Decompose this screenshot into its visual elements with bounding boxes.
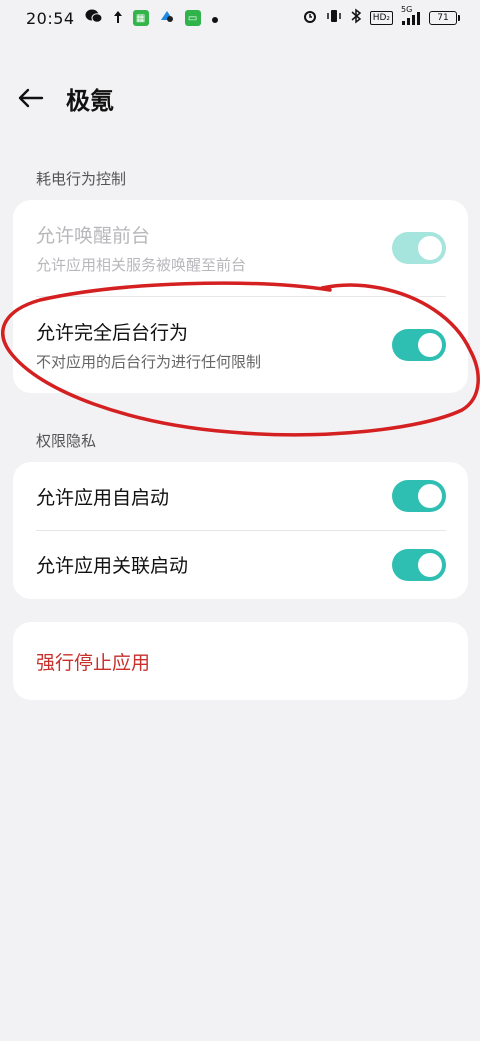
- map-app-icon: [159, 8, 175, 28]
- alarm-icon: [302, 8, 318, 28]
- battery-level: 71: [429, 11, 457, 25]
- allow-wake-foreground-toggle: [392, 232, 446, 264]
- status-bar: 20:54 ▦ ▭ HD₂ 5G 71: [0, 0, 480, 36]
- messages-app-icon: ▭: [184, 10, 201, 26]
- signal-badge: 5G: [401, 5, 413, 14]
- force-stop-button[interactable]: 强行停止应用: [13, 622, 468, 700]
- allow-auto-start-row[interactable]: 允许应用自启动: [13, 462, 468, 530]
- vibrate-icon: [326, 8, 342, 28]
- privacy-settings-card: 允许应用自启动 允许应用关联启动: [13, 462, 468, 599]
- battery-tip: [458, 15, 460, 21]
- wechat-icon: [85, 8, 103, 28]
- row-subtitle: 不对应用的后台行为进行任何限制: [36, 352, 262, 371]
- section-label-power: 耗电行为控制: [36, 170, 127, 188]
- row-title: 允许完全后台行为: [36, 321, 189, 344]
- allow-auto-start-toggle[interactable]: [392, 480, 446, 512]
- allow-full-background-row[interactable]: 允许完全后台行为 不对应用的后台行为进行任何限制: [13, 296, 468, 393]
- battery-indicator: 71: [429, 11, 460, 25]
- back-button[interactable]: [10, 78, 50, 118]
- force-stop-label: 强行停止应用: [36, 651, 151, 674]
- allow-associated-start-toggle[interactable]: [392, 548, 446, 581]
- row-subtitle: 允许应用相关服务被唤醒至前台: [36, 256, 247, 274]
- toggle-knob: [418, 552, 442, 577]
- allow-associated-start-row[interactable]: 允许应用关联启动: [13, 530, 468, 599]
- row-text: 允许唤醒前台 允许应用相关服务被唤醒至前台: [36, 221, 246, 275]
- row-text: 允许完全后台行为 不对应用的后台行为进行任何限制: [36, 318, 261, 372]
- status-time: 20:54: [26, 8, 75, 28]
- row-title: 允许应用自启动: [36, 486, 170, 509]
- toggle-knob: [418, 332, 442, 357]
- power-settings-card: 允许唤醒前台 允许应用相关服务被唤醒至前台 允许完全后台行为 不对应用的后台行为…: [13, 200, 468, 393]
- toggle-knob: [418, 484, 442, 508]
- allow-wake-foreground-row: 允许唤醒前台 允许应用相关服务被唤醒至前台: [13, 200, 468, 296]
- app-store-icon: ▦: [132, 10, 149, 26]
- status-bar-right: HD₂ 5G 71: [302, 5, 460, 28]
- network-badge: HD₂: [369, 11, 393, 25]
- row-title: 允许唤醒前台: [36, 225, 151, 247]
- force-stop-card: 强行停止应用: [13, 622, 468, 700]
- back-arrow-icon: [18, 88, 44, 108]
- allow-full-background-toggle[interactable]: [392, 328, 446, 361]
- page-header: 极氪: [0, 70, 480, 126]
- row-title: 允许应用关联启动: [36, 555, 189, 577]
- signal-icon: 5G: [401, 5, 421, 25]
- upload-arrow-icon: [113, 9, 123, 28]
- status-bar-left: 20:54 ▦ ▭: [26, 8, 219, 28]
- bluetooth-icon: [350, 8, 362, 28]
- toggle-knob: [418, 236, 442, 260]
- section-label-privacy: 权限隐私: [36, 432, 97, 450]
- page-title: 极氪: [66, 86, 114, 115]
- dot-icon: [211, 9, 219, 28]
